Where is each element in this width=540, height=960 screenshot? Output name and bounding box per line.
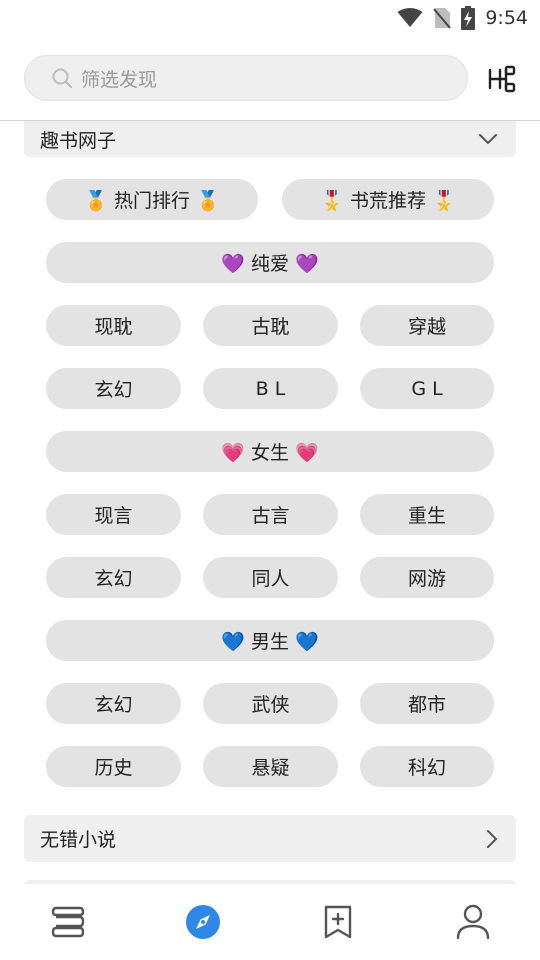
battery-charging-icon [461,6,476,30]
tag-item[interactable]: 穿越 [360,305,494,346]
bookmark-add-icon [323,905,353,939]
tag-item[interactable]: 网游 [360,557,494,598]
wifi-icon [397,8,423,28]
search-input[interactable]: 筛选发现 [24,55,468,101]
nav-bookshelf[interactable] [0,884,135,960]
tag-item[interactable]: 武侠 [203,683,338,724]
tag-category-male[interactable]: 💙 男生 💙 [46,620,494,661]
nav-bookmark[interactable] [270,884,405,960]
section-header-wucuo[interactable]: 无错小说 [24,815,516,862]
section-header-qushu[interactable]: 趣书网子 [24,121,516,157]
tag-category-female[interactable]: 💗 女生 💗 [46,431,494,472]
tag-item[interactable]: 科幻 [360,746,494,787]
tag-item[interactable]: 玄幻 [46,368,181,409]
tag-item[interactable]: 悬疑 [203,746,338,787]
chevron-right-icon [486,829,498,849]
section-title: 无错小说 [40,829,117,851]
profile-icon [456,904,490,940]
search-placeholder: 筛选发现 [81,68,158,91]
discover-compass-icon [185,904,221,940]
chevron-down-icon [478,133,498,145]
tag-item[interactable]: 玄幻 [46,683,181,724]
section-title: 趣书网子 [40,129,117,152]
tag-item[interactable]: 都市 [360,683,494,724]
tag-hot-ranking[interactable]: 🏅 热门排行 🏅 [46,179,258,220]
status-bar: 9:54 [0,0,540,36]
bottom-nav [0,884,540,960]
tag-item[interactable]: 玄幻 [46,557,181,598]
tag-item[interactable]: 同人 [203,557,338,598]
tag-item[interactable]: 历史 [46,746,181,787]
search-icon [51,67,73,89]
tag-book-recommend[interactable]: 🎖️ 书荒推荐 🎖️ [282,179,494,220]
status-time: 9:54 [485,7,528,29]
nav-profile[interactable] [405,884,540,960]
tag-item[interactable]: 古言 [203,494,338,535]
tag-item[interactable]: 重生 [360,494,494,535]
tag-item[interactable]: 古耽 [203,305,338,346]
tag-item[interactable]: B L [203,368,338,409]
nav-discover[interactable] [135,884,270,960]
bookshelf-icon [50,905,86,939]
search-row: 筛选发现 [24,55,524,101]
no-sim-icon [433,7,452,29]
tag-item[interactable]: G L [360,368,494,409]
tag-category-chunai[interactable]: 💜 纯爱 💜 [46,242,494,283]
source-manage-icon[interactable] [486,63,518,95]
tag-item[interactable]: 现言 [46,494,181,535]
tag-item[interactable]: 现耽 [46,305,181,346]
